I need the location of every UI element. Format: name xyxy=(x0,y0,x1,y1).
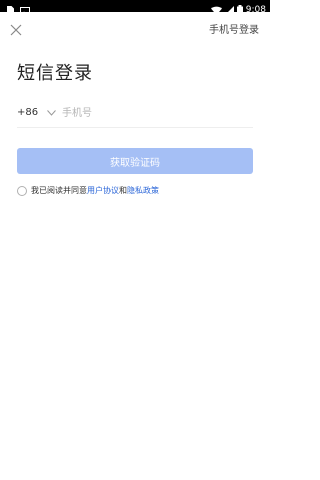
close-button[interactable] xyxy=(10,21,22,36)
page-title: 短信登录 xyxy=(17,63,93,84)
phone-number-input[interactable] xyxy=(62,105,242,121)
agreement-row: 我已阅读并同意 用户协议 和 隐私政策 xyxy=(17,185,159,196)
user-agreement-link[interactable]: 用户协议 xyxy=(87,185,119,196)
country-code: +86 xyxy=(17,107,39,118)
agreement-checkbox[interactable] xyxy=(17,185,27,196)
status-bar: 9:08 xyxy=(0,0,270,16)
chevron-down-icon xyxy=(47,109,56,116)
close-icon xyxy=(10,24,22,36)
phone-login-link[interactable]: 手机号登录 xyxy=(209,21,259,36)
agreement-prefix: 我已阅读并同意 xyxy=(31,186,87,195)
phone-input-row: +86 xyxy=(17,100,253,128)
country-code-selector[interactable]: +86 xyxy=(17,107,56,118)
agreement-and: 和 xyxy=(119,186,127,195)
top-bar: 手机号登录 xyxy=(0,12,270,42)
get-verification-code-button[interactable]: 获取验证码 xyxy=(17,148,253,174)
privacy-policy-link[interactable]: 隐私政策 xyxy=(127,185,159,196)
